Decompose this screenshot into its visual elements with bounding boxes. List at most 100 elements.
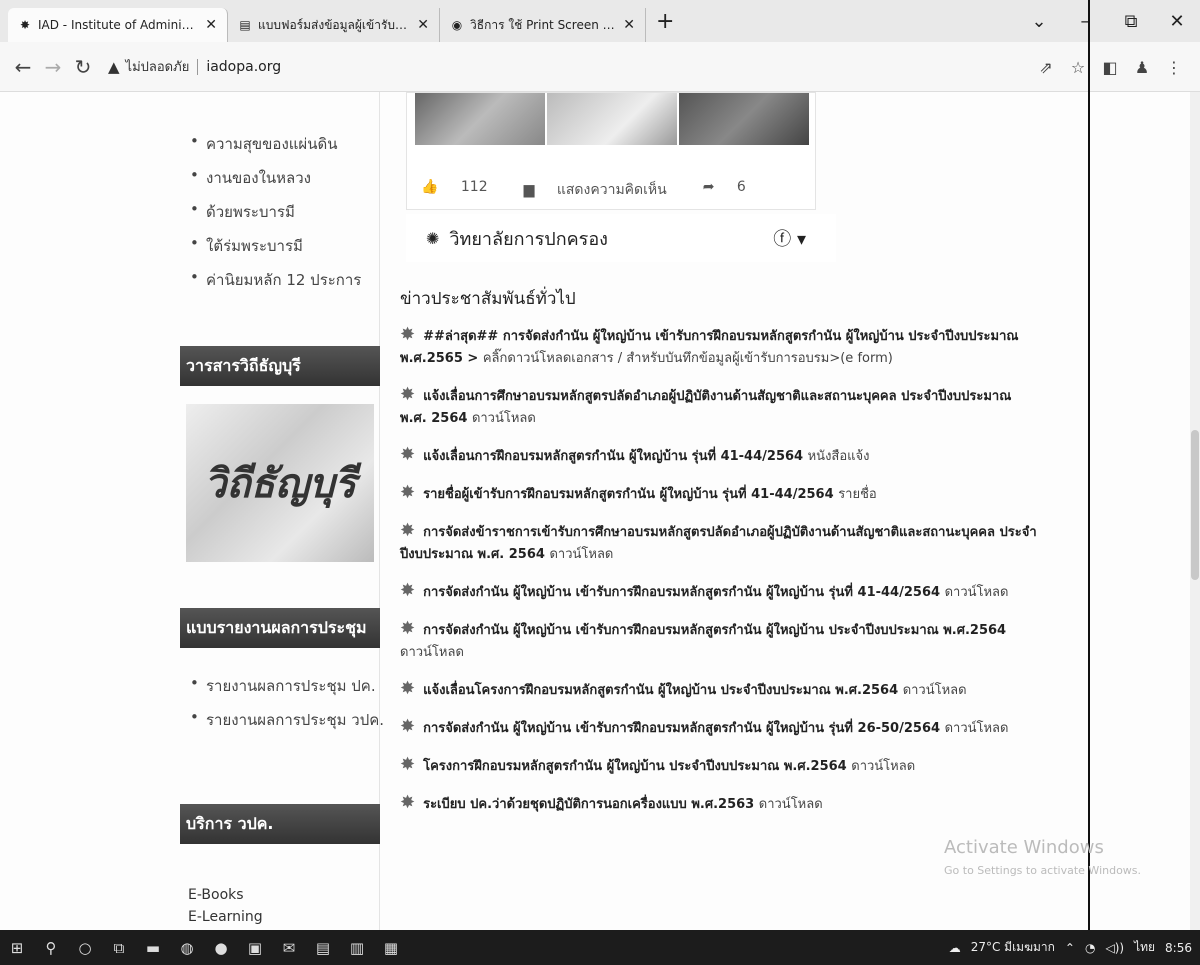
tab-iad[interactable]: ✸ IAD - Institute of Administration ✕ <box>8 8 228 42</box>
word-icon[interactable]: ▤ <box>306 939 340 957</box>
news-link[interactable]: ดาวน์โหลด <box>472 411 536 426</box>
file-explorer-icon[interactable]: ▬ <box>136 939 170 957</box>
back-icon[interactable]: ← <box>8 55 38 79</box>
app-icon[interactable]: ● <box>204 939 238 957</box>
sidebar-header-report: แบบรายงานผลการประชุม <box>180 608 380 648</box>
search-icon[interactable]: ⚲ <box>34 939 68 957</box>
forward-icon[interactable]: → <box>38 55 68 79</box>
task-view-icon[interactable]: ⧉ <box>102 939 136 957</box>
sun-emblem-icon: ✸ <box>19 18 31 32</box>
news-link[interactable]: ดาวน์โหลด <box>851 759 915 774</box>
windows-start-icon[interactable]: ⊞ <box>0 939 34 957</box>
close-icon[interactable]: ✕ <box>205 17 217 33</box>
chevron-up-icon[interactable]: ⌃ <box>1065 941 1075 955</box>
system-tray: ☁ 27°C มีเมฆมาก ⌃ ◔ ◁)) ไทย 8:56 <box>939 930 1192 965</box>
facebook-page-card[interactable]: ✺ วิทยาลัยการปกครอง ⓕ ▾ <box>406 214 836 262</box>
sidebar-list-report: รายงานผลการประชุม ปค. รายงานผลการประชุม … <box>186 674 384 742</box>
elearning-link[interactable]: E-Learning <box>188 909 263 925</box>
news-item: ✸ แจ้งเลื่อนการฝึกอบรมหลักสูตรกำนัน ผู้ให… <box>400 444 1040 468</box>
cortana-icon[interactable]: ○ <box>68 939 102 957</box>
news-link[interactable]: ดาวน์โหลด <box>903 683 967 698</box>
news-link[interactable]: ดาวน์โหลด <box>759 797 823 812</box>
news-text: แจ้งเลื่อนการฝึกอบรมหลักสูตรกำนัน ผู้ใหญ… <box>423 449 804 464</box>
toolbar-icons: ⇗ ☆ ◧ ♟ ⋮ <box>1030 42 1190 92</box>
weather-text[interactable]: 27°C มีเมฆมาก <box>971 938 1055 957</box>
tab-search-icon[interactable]: ⌄ <box>1016 11 1062 32</box>
share-icon[interactable]: ⇗ <box>1030 58 1062 77</box>
news-link[interactable]: รายชื่อ <box>838 487 877 502</box>
store-icon[interactable]: ▣ <box>238 939 272 957</box>
news-item: ✸ แจ้งเลื่อนการศึกษาอบรมหลักสูตรปลัดอำเภอ… <box>400 384 1040 430</box>
new-tab-button[interactable]: + <box>656 9 674 34</box>
news-link[interactable]: คลิ๊กดาวน์โหลดเอกสาร / สำหรับบันทึกข้อมู… <box>483 351 893 366</box>
news-link[interactable]: ดาวน์โหลด <box>549 547 613 562</box>
share-arrow-icon: ➦ <box>702 179 715 195</box>
watermark-subtitle: Go to Settings to activate Windows. <box>944 864 1142 877</box>
minimize-icon[interactable]: – <box>1062 11 1108 32</box>
sidebar-link[interactable]: รายงานผลการประชุม วปค. <box>186 708 384 732</box>
news-item: ✸ การจัดส่งข้าราชการเข้ารับการศึกษาอบรมหล… <box>400 520 1040 566</box>
sidebar-link[interactable]: งานของในหลวง <box>186 166 361 190</box>
comment-icon: ▆ <box>523 182 535 198</box>
close-icon[interactable]: ✕ <box>623 17 635 33</box>
share-count[interactable]: ➦ 6 <box>703 179 764 201</box>
volume-icon[interactable]: ◁)) <box>1105 941 1124 955</box>
sidebar: ความสุขของแผ่นดิน งานของในหลวง ด้วยพระบา… <box>180 92 384 930</box>
taskbar: ⊞ ⚲ ○ ⧉ ▬ ◍ ● ▣ ✉ ▤ ▥ ▦ ☁ 27°C มีเมฆมาก … <box>0 930 1200 965</box>
chrome-icon[interactable]: ◍ <box>170 939 204 957</box>
close-window-icon[interactable]: ✕ <box>1154 11 1200 32</box>
sidebar-service-links: E-Books E-Learning <box>188 887 263 930</box>
sidebar-header-journal: วารสารวิถีธัญบุรี <box>180 346 380 386</box>
activate-windows-watermark: Activate Windows Go to Settings to activ… <box>944 837 1141 877</box>
restore-icon[interactable]: ⧉ <box>1108 11 1154 32</box>
news-link[interactable]: ดาวน์โหลด <box>400 645 464 660</box>
side-panel-icon[interactable]: ◧ <box>1094 58 1126 77</box>
powerpoint-icon[interactable]: ▥ <box>340 939 374 957</box>
sun-emblem-icon: ✸ <box>400 754 416 775</box>
facebook-icon[interactable]: ⓕ ▾ <box>773 225 806 251</box>
sun-emblem-icon: ✸ <box>400 444 416 465</box>
facebook-post: 👍 112 ▆ แสดงความคิดเห็น ➦ 6 <box>406 92 816 210</box>
tab-print-screen[interactable]: ◉ วิธีการ ใช้ Print Screen (แคปหน้าจอ ✕ <box>440 8 646 42</box>
sidebar-link[interactable]: รายงานผลการประชุม ปค. <box>186 674 384 698</box>
like-count[interactable]: 👍 112 <box>421 179 506 201</box>
language-indicator[interactable]: ไทย <box>1134 938 1155 957</box>
mail-icon[interactable]: ✉ <box>272 939 306 957</box>
sun-emblem-icon: ✸ <box>400 324 416 345</box>
news-item: ✸ รายชื่อผู้เข้ารับการฝึกอบรมหลักสูตรกำนั… <box>400 482 1040 506</box>
sidebar-link[interactable]: ใต้ร่มพระบารมี <box>186 234 361 258</box>
like-count-value: 112 <box>460 179 488 195</box>
sun-emblem-icon: ✸ <box>400 580 416 601</box>
profile-icon[interactable]: ♟ <box>1126 58 1158 77</box>
network-icon[interactable]: ◔ <box>1085 941 1095 955</box>
reload-icon[interactable]: ↻ <box>68 55 98 79</box>
menu-kebab-icon[interactable]: ⋮ <box>1158 58 1190 77</box>
url-field[interactable]: iadopa.org <box>197 58 281 75</box>
sidebar-link[interactable]: ความสุขของแผ่นดิน <box>186 132 361 156</box>
news-item: ✸ การจัดส่งกำนัน ผู้ใหญ่บ้าน เข้ารับการฝึ… <box>400 580 1040 604</box>
sidebar-link[interactable]: ด้วยพระบารมี <box>186 200 361 224</box>
thumbs-up-icon: 👍 <box>421 179 439 195</box>
security-label: ไม่ปลอดภัย <box>125 60 190 75</box>
app-icon[interactable]: ▦ <box>374 939 408 957</box>
news-item: ✸ การจัดส่งกำนัน ผู้ใหญ่บ้าน เข้ารับการฝึ… <box>400 716 1040 740</box>
comment-link[interactable]: ▆ แสดงความคิดเห็น <box>524 179 685 201</box>
tab-form[interactable]: ▤ แบบฟอร์มส่งข้อมูลผู้เข้ารับการฝึกอบรม … <box>228 8 440 42</box>
news-section: ข่าวประชาสัมพันธ์ทั่วไป ✸ ##ล่าสุด## การจ… <box>400 285 1040 830</box>
post-photos[interactable] <box>415 93 811 145</box>
journal-banner[interactable]: วิถีธัญบุรี <box>186 404 374 562</box>
page-scrollbar[interactable] <box>1190 92 1200 930</box>
security-indicator[interactable]: ▲ ไม่ปลอดภัย <box>108 56 189 77</box>
sidebar-link[interactable]: ค่านิยมหลัก 12 ประการ <box>186 268 361 292</box>
warning-icon: ▲ <box>108 57 120 76</box>
scrollbar-thumb[interactable] <box>1191 430 1199 580</box>
page-logo-icon: ✺ <box>426 228 440 248</box>
news-link[interactable]: ดาวน์โหลด <box>945 585 1009 600</box>
close-icon[interactable]: ✕ <box>417 17 429 33</box>
news-item: ✸ โครงการฝึกอบรมหลักสูตรกำนัน ผู้ใหญ่บ้าน… <box>400 754 1040 778</box>
sun-emblem-icon: ✸ <box>400 792 416 813</box>
news-link[interactable]: หนังสือแจ้ง <box>808 449 870 464</box>
ebooks-link[interactable]: E-Books <box>188 887 263 903</box>
news-link[interactable]: ดาวน์โหลด <box>945 721 1009 736</box>
clock[interactable]: 8:56 <box>1165 941 1192 955</box>
